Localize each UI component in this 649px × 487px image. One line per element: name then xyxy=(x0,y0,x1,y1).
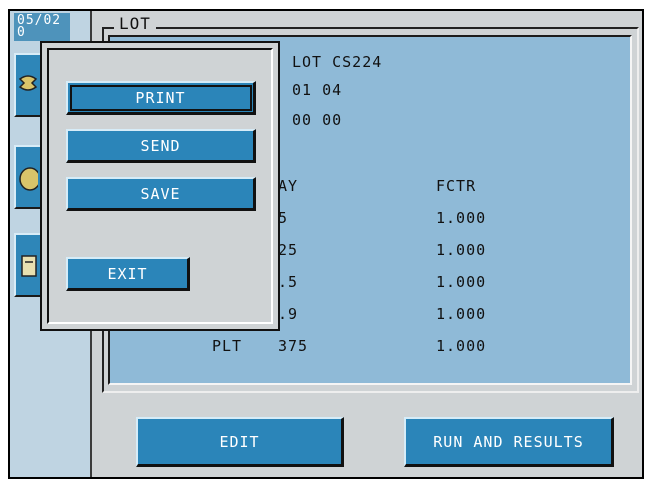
document-icon xyxy=(21,255,37,277)
row-fctr: 1.000 xyxy=(436,305,487,323)
edit-button[interactable]: EDIT xyxy=(136,417,344,467)
date-display: 05/02 0 xyxy=(14,13,70,41)
send-button[interactable]: SEND xyxy=(66,129,256,163)
instrument-screen: 05/02 0 LOT LOT CS224 01 04 00 00 AY FCT… xyxy=(8,9,644,479)
exit-button[interactable]: EXIT xyxy=(66,257,190,291)
fctr-column-header: FCTR xyxy=(436,177,477,195)
row-fctr: 1.000 xyxy=(436,209,487,227)
action-popup-menu: PRINT SEND SAVE EXIT xyxy=(40,41,280,331)
row-fctr: 1.000 xyxy=(436,337,487,355)
save-button[interactable]: SAVE xyxy=(66,177,256,211)
assay-column-header: AY xyxy=(278,177,299,195)
row-assay: 25 xyxy=(278,241,299,259)
row-fctr: 1.000 xyxy=(436,273,487,291)
row-label-plt: PLT xyxy=(212,337,243,355)
run-and-results-button[interactable]: RUN AND RESULTS xyxy=(404,417,614,467)
date-text-line2: 0 xyxy=(17,25,26,40)
row-assay: 375 xyxy=(278,337,309,355)
print-button[interactable]: PRINT xyxy=(66,81,256,115)
flask-icon xyxy=(19,167,38,191)
lot-line-1: 01 04 xyxy=(292,81,343,99)
lot-label: LOT CS224 xyxy=(292,53,383,71)
row-fctr: 1.000 xyxy=(436,241,487,259)
lot-line-2: 00 00 xyxy=(292,111,343,129)
wrench-icon xyxy=(18,75,38,91)
lot-group-title: LOT xyxy=(114,15,156,33)
row-assay: .5 xyxy=(278,273,299,291)
row-assay: .9 xyxy=(278,305,299,323)
